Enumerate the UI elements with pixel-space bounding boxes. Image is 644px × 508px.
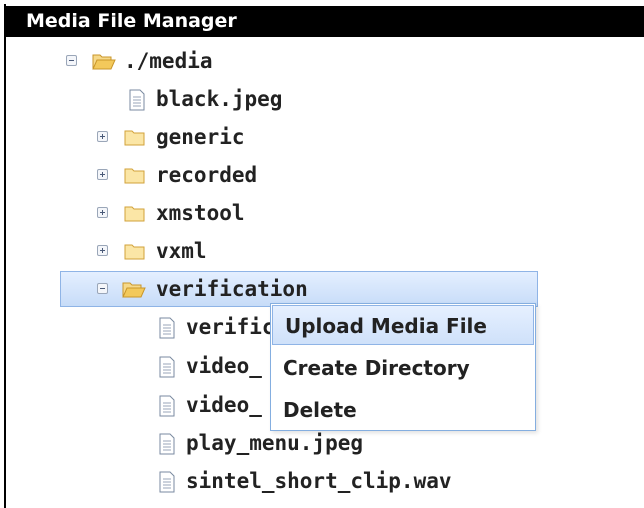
file-icon [159,317,175,339]
folder-icon [124,130,145,146]
file-icon [129,89,145,111]
tree-node-label: vxml [156,239,207,263]
tree-node-label: video_ [186,354,262,378]
panel-title: Media File Manager [4,6,644,37]
expand-icon[interactable] [97,207,108,218]
menu-item-delete[interactable]: Delete [271,390,535,430]
file-icon [159,433,175,455]
tree-node-label: recorded [156,163,258,187]
expand-icon[interactable] [97,169,108,180]
tree-node-label: ./media [124,49,213,73]
folder-icon [124,168,145,184]
file-icon [159,395,175,417]
folder-icon [124,244,145,260]
menu-item-create-directory[interactable]: Create Directory [271,348,535,388]
context-menu: Upload Media File Create Directory Delet… [270,303,536,431]
tree-file-sintel[interactable]: sintel_short_clip.wav [0,462,644,500]
open-folder-icon [92,54,116,70]
tree-folder-vxml[interactable]: vxml [0,232,644,270]
tree-file-black-jpeg[interactable]: black.jpeg [0,80,644,118]
collapse-icon[interactable] [66,55,77,66]
expand-icon[interactable] [97,245,108,256]
tree-folder-generic[interactable]: generic [0,118,644,156]
tree-node-root[interactable]: ./media [0,42,644,80]
open-folder-icon [122,282,146,298]
expand-icon[interactable] [97,131,108,142]
tree-node-label: generic [156,125,245,149]
tree-node-label: video_ [186,393,262,417]
tree-node-label: black.jpeg [156,87,283,111]
menu-item-upload-media-file[interactable]: Upload Media File [272,305,534,345]
tree-folder-recorded[interactable]: recorded [0,156,644,194]
tree-folder-xmstool[interactable]: xmstool [0,194,644,232]
file-icon [159,356,175,378]
collapse-icon[interactable] [97,283,108,294]
tree-node-label: sintel_short_clip.wav [186,469,452,493]
file-icon [159,471,175,493]
tree-node-label: xmstool [156,201,245,225]
folder-icon [124,206,145,222]
